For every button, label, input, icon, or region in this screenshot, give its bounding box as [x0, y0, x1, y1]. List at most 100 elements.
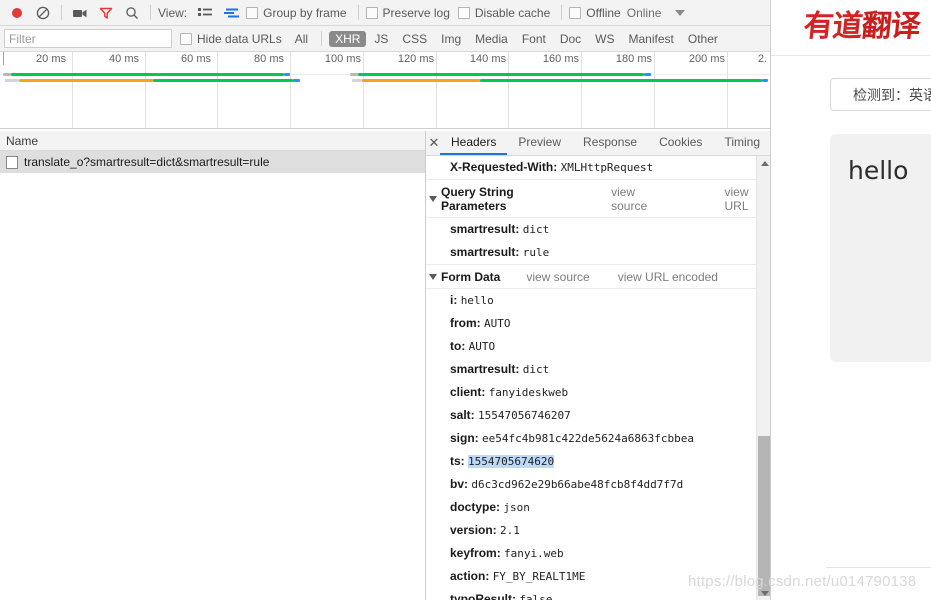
- offline-checkbox[interactable]: Offline: [569, 6, 621, 20]
- section-query-string-parameters[interactable]: Query String Parameters view source view…: [426, 180, 770, 218]
- list-view-icon[interactable]: [192, 1, 218, 25]
- form-row: keyfrom: fanyi.web: [426, 542, 770, 565]
- scrollbar-thumb[interactable]: [758, 436, 770, 596]
- filter-type-css[interactable]: CSS: [396, 31, 433, 47]
- form-key: version:: [450, 523, 497, 537]
- view-source-link[interactable]: view source: [526, 270, 589, 284]
- tab-timing[interactable]: Timing: [713, 131, 770, 155]
- timeline-bar-segment: [358, 73, 644, 76]
- screen: View: Group by frame Preserve log Disabl…: [0, 0, 931, 600]
- youdao-header: 有道翻译: [771, 0, 931, 56]
- filter-type-font[interactable]: Font: [516, 31, 552, 47]
- disable-cache-checkbox[interactable]: Disable cache: [457, 6, 550, 20]
- chevron-down-icon[interactable]: [675, 9, 686, 16]
- throttling-value[interactable]: Online: [627, 6, 662, 20]
- tab-preview[interactable]: Preview: [507, 131, 572, 155]
- form-row: i: hello: [426, 289, 770, 312]
- form-key: i:: [450, 293, 458, 307]
- filter-type-other[interactable]: Other: [682, 31, 724, 47]
- filter-input[interactable]: [4, 29, 172, 48]
- tab-cookies[interactable]: Cookies: [648, 131, 713, 155]
- form-key: action:: [450, 569, 490, 583]
- timeline-tick: [145, 52, 146, 128]
- devtools-network-panel: View: Group by frame Preserve log Disabl…: [0, 0, 771, 600]
- form-row: salt: 15547056746207: [426, 404, 770, 427]
- form-value: dict: [522, 363, 550, 376]
- source-language-selector[interactable]: 检测到：英语: [830, 78, 931, 111]
- timeline-bar-segment: [153, 79, 293, 82]
- form-key: client:: [450, 385, 486, 399]
- param-key: smartresult:: [450, 245, 520, 259]
- timeline-tick-label: 180 ms: [615, 53, 652, 65]
- network-overview-timeline[interactable]: 20 ms 40 ms 60 ms 80 ms 100 ms 120 ms 14…: [0, 52, 770, 129]
- waterfall-view-icon[interactable]: [218, 1, 244, 25]
- checkbox-box: [569, 6, 582, 19]
- checkbox-box: [457, 6, 470, 19]
- filter-type-manifest[interactable]: Manifest: [623, 31, 680, 47]
- form-value: 2.1: [500, 524, 520, 537]
- network-toolbar: View: Group by frame Preserve log Disabl…: [0, 0, 770, 26]
- preserve-log-checkbox[interactable]: Preserve log: [365, 6, 450, 20]
- group-by-frame-checkbox[interactable]: Group by frame: [246, 6, 347, 20]
- filter-type-media[interactable]: Media: [469, 31, 514, 47]
- table-row[interactable]: translate_o?smartresult=dict&smartresult…: [0, 151, 425, 173]
- view-source-link[interactable]: view source: [611, 185, 668, 213]
- form-row: client: fanyideskweb: [426, 381, 770, 404]
- details-scrollbar[interactable]: [756, 156, 770, 600]
- header-value: XMLHttpRequest: [560, 161, 654, 174]
- checkbox-box: [246, 6, 259, 19]
- chevron-down-icon[interactable]: [429, 196, 437, 202]
- form-row: to: AUTO: [426, 335, 770, 358]
- close-icon[interactable]: ✕: [428, 131, 440, 155]
- param-row: smartresult: rule: [426, 241, 770, 265]
- timeline-tick: [290, 52, 291, 128]
- form-value: FY_BY_REALT1ME: [492, 570, 586, 583]
- chevron-down-icon[interactable]: [429, 274, 437, 280]
- youdao-logo[interactable]: 有道翻译: [802, 1, 923, 45]
- form-row: doctype: json: [426, 496, 770, 519]
- timeline-bar-segment: [644, 73, 651, 76]
- tab-response[interactable]: Response: [572, 131, 648, 155]
- timeline-tick-label: 140 ms: [469, 53, 506, 65]
- toolbar-divider-4: [561, 5, 563, 20]
- toolbar-divider-3: [357, 5, 359, 20]
- clear-icon[interactable]: [30, 1, 56, 25]
- capture-screenshots-icon[interactable]: [67, 1, 93, 25]
- record-icon[interactable]: [4, 1, 30, 25]
- column-header-name: Name: [6, 133, 39, 148]
- request-list[interactable]: Name translate_o?smartresult=dict&smartr…: [0, 131, 426, 600]
- scroll-down-icon[interactable]: [757, 586, 770, 600]
- form-row: smartresult: dict: [426, 358, 770, 381]
- hide-data-urls-label: Hide data URLs: [197, 31, 282, 46]
- search-icon[interactable]: [119, 1, 145, 25]
- form-row: from: AUTO: [426, 312, 770, 335]
- source-language-label: 检测到：英语: [853, 87, 931, 104]
- form-value: hello: [460, 294, 494, 307]
- section-form-data[interactable]: Form Data view source view URL encoded: [426, 265, 770, 289]
- filter-type-img[interactable]: Img: [435, 31, 467, 47]
- tab-headers[interactable]: Headers: [439, 131, 508, 155]
- form-value: false: [519, 593, 553, 600]
- filter-icon[interactable]: [93, 1, 119, 25]
- filter-type-doc[interactable]: Doc: [554, 31, 587, 47]
- form-value-selected[interactable]: 1554705674620: [468, 455, 555, 468]
- filter-type-all[interactable]: All: [289, 31, 314, 47]
- timeline-tick: [72, 52, 73, 128]
- filter-type-ws[interactable]: WS: [589, 31, 620, 47]
- section-title: Form Data: [441, 270, 501, 284]
- form-key: salt:: [450, 408, 475, 422]
- timeline-bar-segment: [350, 73, 358, 76]
- filter-type-js[interactable]: JS: [368, 31, 394, 47]
- timeline-bar-segment: [284, 73, 290, 76]
- timeline-tick-label: 2.: [757, 53, 767, 65]
- scroll-up-icon[interactable]: [757, 156, 770, 170]
- form-key: keyfrom:: [450, 546, 501, 560]
- hide-data-urls-checkbox[interactable]: Hide data URLs: [180, 32, 282, 46]
- timeline-tick-label: 20 ms: [36, 53, 66, 65]
- filter-type-xhr[interactable]: XHR: [329, 30, 367, 47]
- source-text-input[interactable]: hello: [830, 134, 931, 362]
- checkbox-box: [365, 6, 378, 19]
- header-key: X-Requested-With:: [450, 160, 558, 174]
- view-url-encoded-link[interactable]: view URL encoded: [618, 270, 718, 284]
- timeline-bar-segment: [762, 79, 768, 82]
